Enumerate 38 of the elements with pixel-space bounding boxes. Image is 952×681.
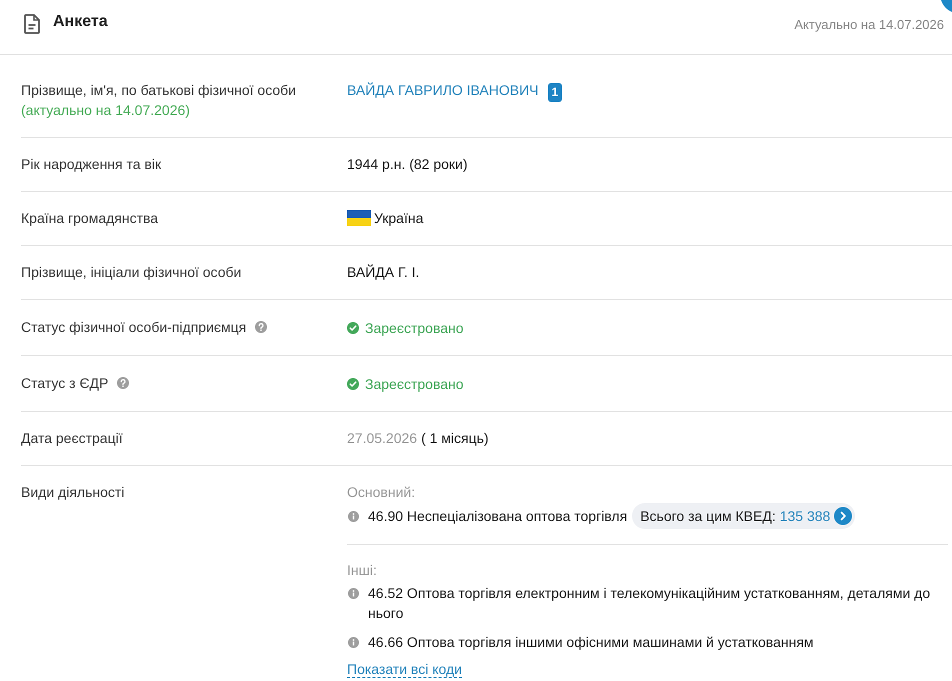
field-label: Прізвище, ім'я, по батькові фізичної особи: [21, 82, 296, 98]
country-name: Україна: [374, 209, 424, 228]
check-circle-icon: [347, 378, 359, 390]
chevron-right-icon[interactable]: [834, 507, 852, 525]
document-icon: [24, 14, 40, 34]
person-name-link[interactable]: ВАЙДА ГАВРИЛО ІВАНОВИЧ: [347, 82, 539, 98]
flag-icon: [347, 210, 371, 226]
activity-text: 46.66 Оптова торгівля іншими офісними машинами й устаткованням: [368, 633, 815, 652]
count-badge[interactable]: 1: [548, 83, 562, 102]
field-label: Прізвище, ініціали фізичної особи: [21, 264, 242, 280]
section-heading: Основний:: [347, 484, 416, 500]
info-icon[interactable]: [348, 637, 359, 648]
field-value: ВАЙДА Г. І.: [347, 264, 420, 280]
kved-total-chip[interactable]: Всього за цим КВЕД: 135 388: [632, 503, 856, 529]
registration-date: 27.05.2026: [347, 430, 418, 446]
card-title: Анкета: [53, 12, 108, 32]
help-icon[interactable]: [117, 377, 130, 389]
info-icon[interactable]: [348, 588, 359, 599]
field-label: Дата реєстрації: [21, 430, 123, 446]
field-label: Статус з ЄДР: [21, 375, 108, 391]
field-label: Рік народження та вік: [21, 156, 162, 172]
field-label: Види діяльності: [21, 484, 124, 500]
updated-date: Актуально на 14.07.2026: [794, 16, 944, 34]
info-icon[interactable]: [348, 510, 359, 522]
field-label: Країна громадянства: [21, 210, 158, 226]
check-circle-icon: [347, 322, 359, 334]
duration-text: ( 1 місяць): [421, 430, 489, 446]
corner-ribbon-icon: [938, 0, 952, 12]
date-note: (актуально на 14.07.2026): [21, 102, 190, 118]
field-label: Статус фізичної особи-підприємця: [21, 319, 246, 335]
activity-text: 46.90 Неспеціалізована оптова торгівля: [368, 507, 628, 526]
section-heading: Інші:: [347, 562, 377, 578]
field-value: 1944 р.н. (82 роки): [347, 156, 468, 172]
status-text: Зареєстровано: [365, 318, 464, 338]
show-all-codes-link[interactable]: Показати всі коди: [347, 661, 462, 678]
help-icon[interactable]: [255, 321, 268, 333]
status-text: Зареєстровано: [365, 374, 464, 394]
activity-text: 46.52 Оптова торгівля електронним і телекомунікаційним устаткованням, деталями до нього: [368, 584, 932, 623]
